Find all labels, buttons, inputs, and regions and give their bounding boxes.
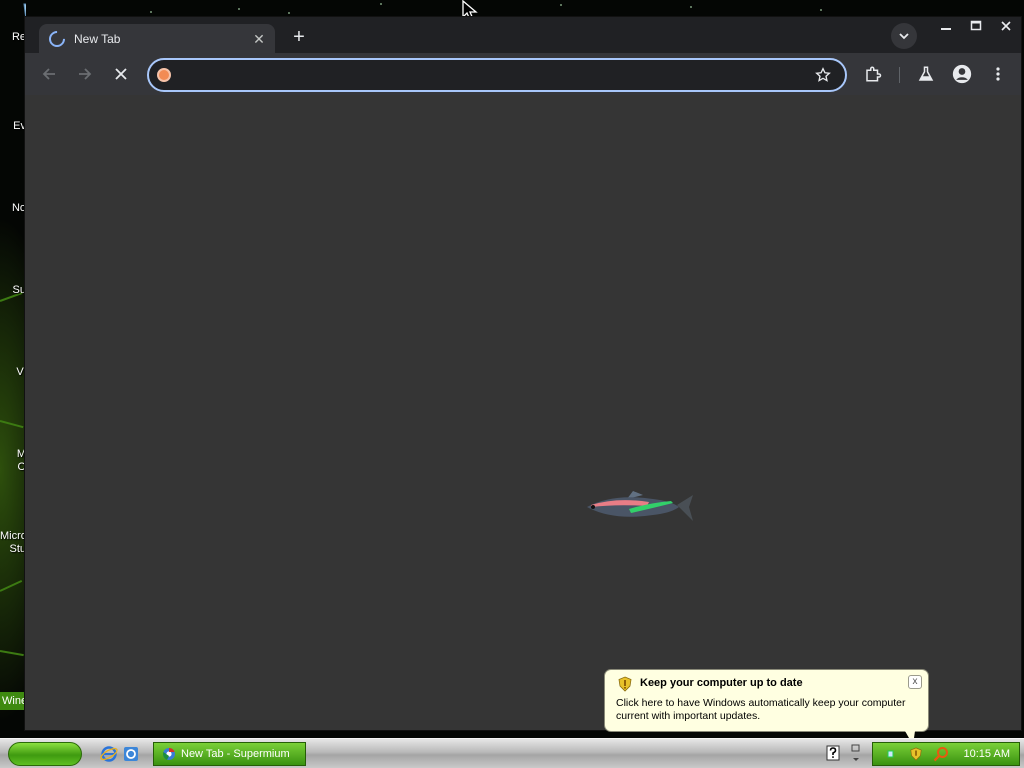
tab-search-button[interactable] xyxy=(891,23,917,49)
taskbar: New Tab - Supermium 10:15 AM xyxy=(0,738,1024,768)
browser-window: New Tab ✕ + xyxy=(24,16,1022,731)
tab-close-button[interactable]: ✕ xyxy=(249,29,269,49)
minimize-icon xyxy=(941,28,951,30)
language-bar-icon[interactable] xyxy=(850,742,862,766)
maximize-button[interactable] xyxy=(961,17,991,35)
browser-app-icon xyxy=(163,748,175,760)
desktop-icon-label: M O xyxy=(16,448,26,473)
recycle-bin-icon xyxy=(23,3,26,21)
browser-toolbar xyxy=(25,53,1021,95)
desktop-icon-recycle-bin[interactable]: Re xyxy=(0,0,26,52)
forward-button[interactable] xyxy=(73,62,97,86)
fish-icon xyxy=(587,491,693,521)
close-x-icon xyxy=(115,68,127,80)
labs-button[interactable] xyxy=(914,62,938,86)
update-notification-balloon[interactable]: Keep your computer up to date x Click he… xyxy=(604,669,929,745)
desktop-icon-wine[interactable]: Wine xyxy=(0,692,24,710)
security-alert-icon[interactable] xyxy=(909,746,923,762)
tab-title: New Tab xyxy=(74,31,121,46)
desktop-icon-microsoft-studio[interactable]: Micro Stu xyxy=(0,530,26,558)
toolbar-separator xyxy=(899,67,900,83)
notification-title: Keep your computer up to date xyxy=(640,677,803,689)
taskbar-button-label: New Tab - Supermium xyxy=(181,748,290,760)
bookmark-button[interactable] xyxy=(813,65,833,85)
extensions-button[interactable] xyxy=(861,62,885,86)
clock[interactable]: 10:15 AM xyxy=(964,748,1010,760)
help-icon[interactable] xyxy=(826,745,840,761)
menu-button[interactable] xyxy=(986,62,1010,86)
internet-explorer-icon[interactable] xyxy=(100,745,118,763)
desktop-icon-label: Su xyxy=(12,284,26,296)
close-icon xyxy=(1001,21,1011,31)
security-shield-icon xyxy=(618,676,632,692)
close-window-button[interactable] xyxy=(991,17,1021,35)
flask-icon xyxy=(918,66,934,81)
desktop-icon-label: Vi xyxy=(16,366,26,378)
puzzle-icon xyxy=(866,66,882,82)
start-button[interactable] xyxy=(8,742,82,766)
page-content xyxy=(25,95,1021,730)
desktop-icon-supermium[interactable]: Su xyxy=(0,284,26,298)
notification-close-button[interactable]: x xyxy=(908,675,922,689)
site-info-icon[interactable] xyxy=(157,68,171,82)
minimize-button[interactable] xyxy=(931,17,961,35)
desktop-icon-label: Re xyxy=(11,31,26,43)
address-input[interactable] xyxy=(179,60,799,90)
taskbar-button-supermium[interactable]: New Tab - Supermium xyxy=(153,742,306,766)
tab-strip: New Tab ✕ + xyxy=(25,17,1021,53)
maximize-icon xyxy=(970,20,982,31)
desktop-icon-label: Micro Stu xyxy=(0,530,26,555)
new-tab-button[interactable]: + xyxy=(287,26,311,50)
system-tray: 10:15 AM xyxy=(872,742,1020,766)
address-bar[interactable] xyxy=(147,58,847,92)
search-tray-icon[interactable] xyxy=(933,746,949,762)
back-button[interactable] xyxy=(37,62,61,86)
loading-spinner-icon xyxy=(45,27,69,50)
arrow-left-icon xyxy=(42,68,55,80)
three-dots-icon xyxy=(996,67,1000,81)
desktop-icon-notepad[interactable]: No xyxy=(0,202,26,216)
window-controls xyxy=(931,17,1021,35)
desktop-icon-label: No xyxy=(11,202,26,214)
stop-loading-button[interactable] xyxy=(109,62,133,86)
profile-button[interactable] xyxy=(950,62,974,86)
outlook-express-icon[interactable] xyxy=(122,745,140,763)
network-icon[interactable] xyxy=(887,747,899,761)
person-icon xyxy=(952,64,972,84)
notification-body: Click here to have Windows automatically… xyxy=(616,697,906,722)
desktop-icon-media-office[interactable]: M O xyxy=(0,448,26,476)
desktop-icon-event-viewer[interactable]: Ev xyxy=(0,120,26,134)
tab-new-tab[interactable]: New Tab ✕ xyxy=(39,24,275,53)
desktop-icon-label: Ev xyxy=(13,120,26,132)
star-outline-icon xyxy=(815,67,831,82)
arrow-right-icon xyxy=(79,68,92,80)
chevron-down-icon xyxy=(899,33,909,40)
desktop-icon-visual[interactable]: Vi xyxy=(0,366,26,380)
